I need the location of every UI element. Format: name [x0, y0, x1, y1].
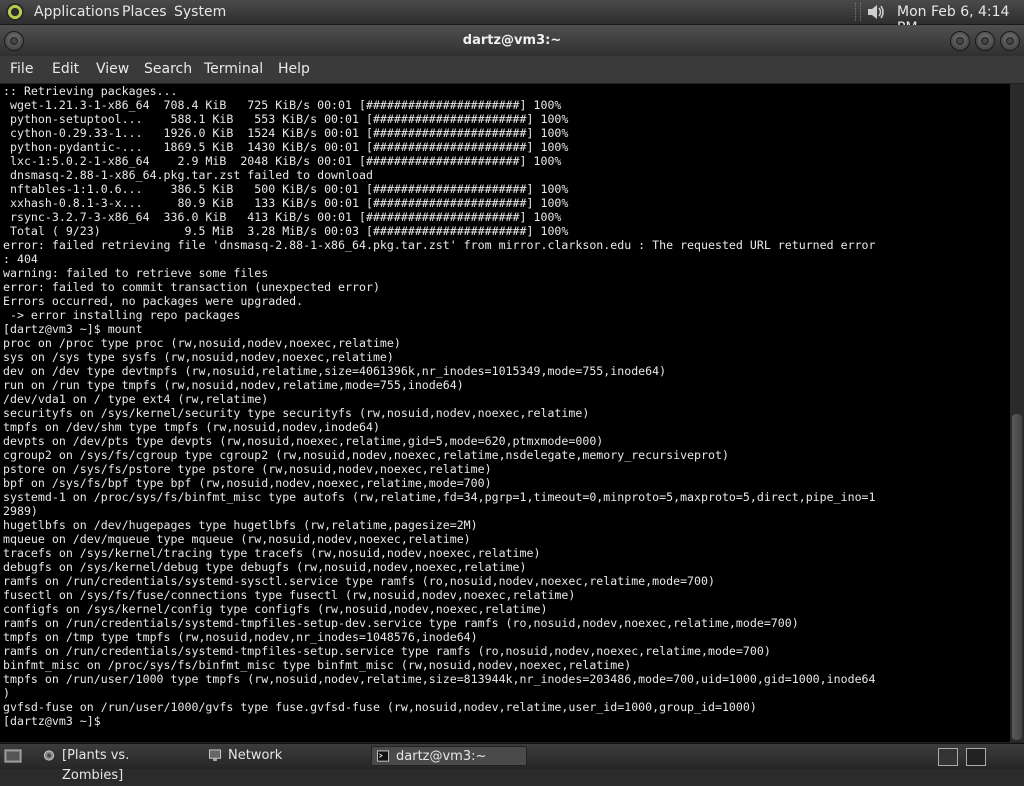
terminal-line: :: Retrieving packages... [3, 84, 178, 98]
terminal-line: python-pydantic-... 1869.5 KiB 1430 KiB/… [3, 140, 569, 154]
terminal-line: bpf on /sys/fs/bpf type bpf (rw,nosuid,n… [3, 476, 492, 490]
system-menu[interactable]: System [174, 4, 226, 20]
window-title: dartz@vm3:~ [462, 33, 562, 48]
workspace-1-icon[interactable] [938, 748, 958, 766]
terminal-line: xxhash-0.8.1-3-x... 80.9 KiB 133 KiB/s 0… [3, 196, 569, 210]
terminal-text: :: Retrieving packages... wget-1.21.3-1-… [3, 84, 876, 728]
terminal-line: Errors occurred, no packages were upgrad… [3, 294, 304, 308]
terminal-line: devpts on /dev/pts type devpts (rw,nosui… [3, 434, 604, 448]
terminal-line: 2989) [3, 504, 38, 518]
terminal-line: pstore on /sys/fs/pstore type pstore (rw… [3, 462, 492, 476]
show-desktop-icon[interactable] [4, 748, 22, 764]
terminal-line: dev on /dev type devtmpfs (rw,nosuid,rel… [3, 364, 667, 378]
terminal-line: tmpfs on /run/user/1000 type tmpfs (rw,n… [3, 672, 876, 686]
terminal-line: configfs on /sys/kernel/config type conf… [3, 602, 548, 616]
terminal-line: error: failed to commit transaction (une… [3, 280, 380, 294]
terminal-line: warning: failed to retrieve some files [3, 266, 269, 280]
distro-logo-icon[interactable] [6, 3, 24, 21]
terminal-line: rsync-3.2.7-3-x86_64 336.0 KiB 413 KiB/s… [3, 210, 562, 224]
terminal-line: cgroup2 on /sys/fs/cgroup type cgroup2 (… [3, 448, 729, 462]
terminal-line: sys on /sys type sysfs (rw,nosuid,nodev,… [3, 350, 394, 364]
terminal-line: python-setuptool... 588.1 KiB 553 KiB/s … [3, 112, 569, 126]
task-label: dartz@vm3:~ [396, 749, 487, 764]
menu-view[interactable]: View [96, 61, 129, 77]
panel-separator [855, 3, 861, 21]
bottom-panel: [Plants vs. Zombies] Network dartz@vm3:~ [0, 743, 1024, 783]
maximize-button[interactable] [975, 31, 995, 51]
terminal-line: systemd-1 on /proc/sys/fs/binfmt_misc ty… [3, 490, 876, 504]
top-panel: Applications Places System Mon Feb 6, 4:… [0, 0, 1024, 36]
terminal-line: -> error installing repo packages [3, 308, 241, 322]
terminal-line: tmpfs on /tmp type tmpfs (rw,nosuid,node… [3, 630, 478, 644]
terminal-line: run on /run type tmpfs (rw,nosuid,nodev,… [3, 378, 464, 392]
terminal-line: lxc-1:5.0.2-1-x86_64 2.9 MiB 2048 KiB/s … [3, 154, 562, 168]
terminal-line: tmpfs on /dev/shm type tmpfs (rw,nosuid,… [3, 420, 380, 434]
task-label: [Plants vs. Zombies] [62, 748, 130, 783]
places-menu[interactable]: Places [122, 4, 167, 20]
scrollbar-thumb[interactable] [1012, 414, 1022, 740]
terminal-line: ramfs on /run/credentials/systemd-sysctl… [3, 574, 715, 588]
window-titlebar[interactable]: dartz@vm3:~ [0, 25, 1024, 56]
terminal-line: : 404 [3, 252, 38, 266]
terminal-line: binfmt_misc on /proc/sys/fs/binfmt_misc … [3, 658, 632, 672]
terminal-line: [dartz@vm3 ~]$ mount [3, 322, 143, 336]
terminal-line: Total ( 9/23) 9.5 MiB 3.28 MiB/s 00:03 [… [3, 224, 569, 238]
terminal-line: hugetlbfs on /dev/hugepages type hugetlb… [3, 518, 478, 532]
terminal-line: ramfs on /run/credentials/systemd-tmpfil… [3, 616, 799, 630]
menu-file[interactable]: File [10, 61, 33, 77]
terminal-line: ) [3, 686, 10, 700]
terminal-icon [376, 750, 390, 762]
task-label: Network [228, 748, 283, 763]
terminal-line: securityfs on /sys/kernel/security type … [3, 406, 590, 420]
menubar: File Edit View Search Terminal Help [0, 56, 1024, 84]
terminal-line: proc on /proc type proc (rw,nosuid,nodev… [3, 336, 401, 350]
terminal-line: debugfs on /sys/kernel/debug type debugf… [3, 560, 527, 574]
terminal-window: dartz@vm3:~ File Edit View Search Termin… [0, 25, 1024, 743]
task-network[interactable]: Network [204, 746, 364, 766]
terminal-line: mqueue on /dev/mqueue type mqueue (rw,no… [3, 532, 471, 546]
terminal-line: ramfs on /run/credentials/systemd-tmpfil… [3, 644, 771, 658]
menu-help[interactable]: Help [278, 61, 310, 77]
menu-terminal[interactable]: Terminal [204, 61, 263, 77]
task-terminal[interactable]: dartz@vm3:~ [371, 746, 527, 766]
terminal-line: wget-1.21.3-1-x86_64 708.4 KiB 725 KiB/s… [3, 98, 562, 112]
task-plants-vs-zombies[interactable]: [Plants vs. Zombies] [38, 746, 194, 783]
terminal-line: fusectl on /sys/fs/fuse/connections type… [3, 588, 576, 602]
applications-menu[interactable]: Applications [34, 4, 120, 20]
terminal-line: dnsmasq-2.88-1-x86_64.pkg.tar.zst failed… [3, 168, 373, 182]
terminal-line: error: failed retrieving file 'dnsmasq-2… [3, 238, 876, 252]
terminal-line: [dartz@vm3 ~]$ [3, 714, 108, 728]
menu-edit[interactable]: Edit [52, 61, 79, 77]
menu-search[interactable]: Search [144, 61, 192, 77]
close-button[interactable] [1000, 31, 1020, 51]
volume-icon[interactable] [866, 3, 886, 21]
network-icon [208, 749, 222, 762]
terminal-line: /dev/vda1 on / type ext4 (rw,relatime) [3, 392, 269, 406]
terminal-output-area[interactable]: :: Retrieving packages... wget-1.21.3-1-… [0, 84, 1010, 742]
terminal-line: nftables-1:1.0.6... 386.5 KiB 500 KiB/s … [3, 182, 569, 196]
minimize-button[interactable] [950, 31, 970, 51]
terminal-scrollbar[interactable] [1010, 84, 1024, 742]
game-icon [43, 750, 55, 761]
terminal-line: cython-0.29.33-1... 1926.0 KiB 1524 KiB/… [3, 126, 569, 140]
terminal-line: gvfsd-fuse on /run/user/1000/gvfs type f… [3, 700, 757, 714]
workspace-2-icon[interactable] [966, 748, 986, 766]
terminal-line: tracefs on /sys/kernel/tracing type trac… [3, 546, 541, 560]
